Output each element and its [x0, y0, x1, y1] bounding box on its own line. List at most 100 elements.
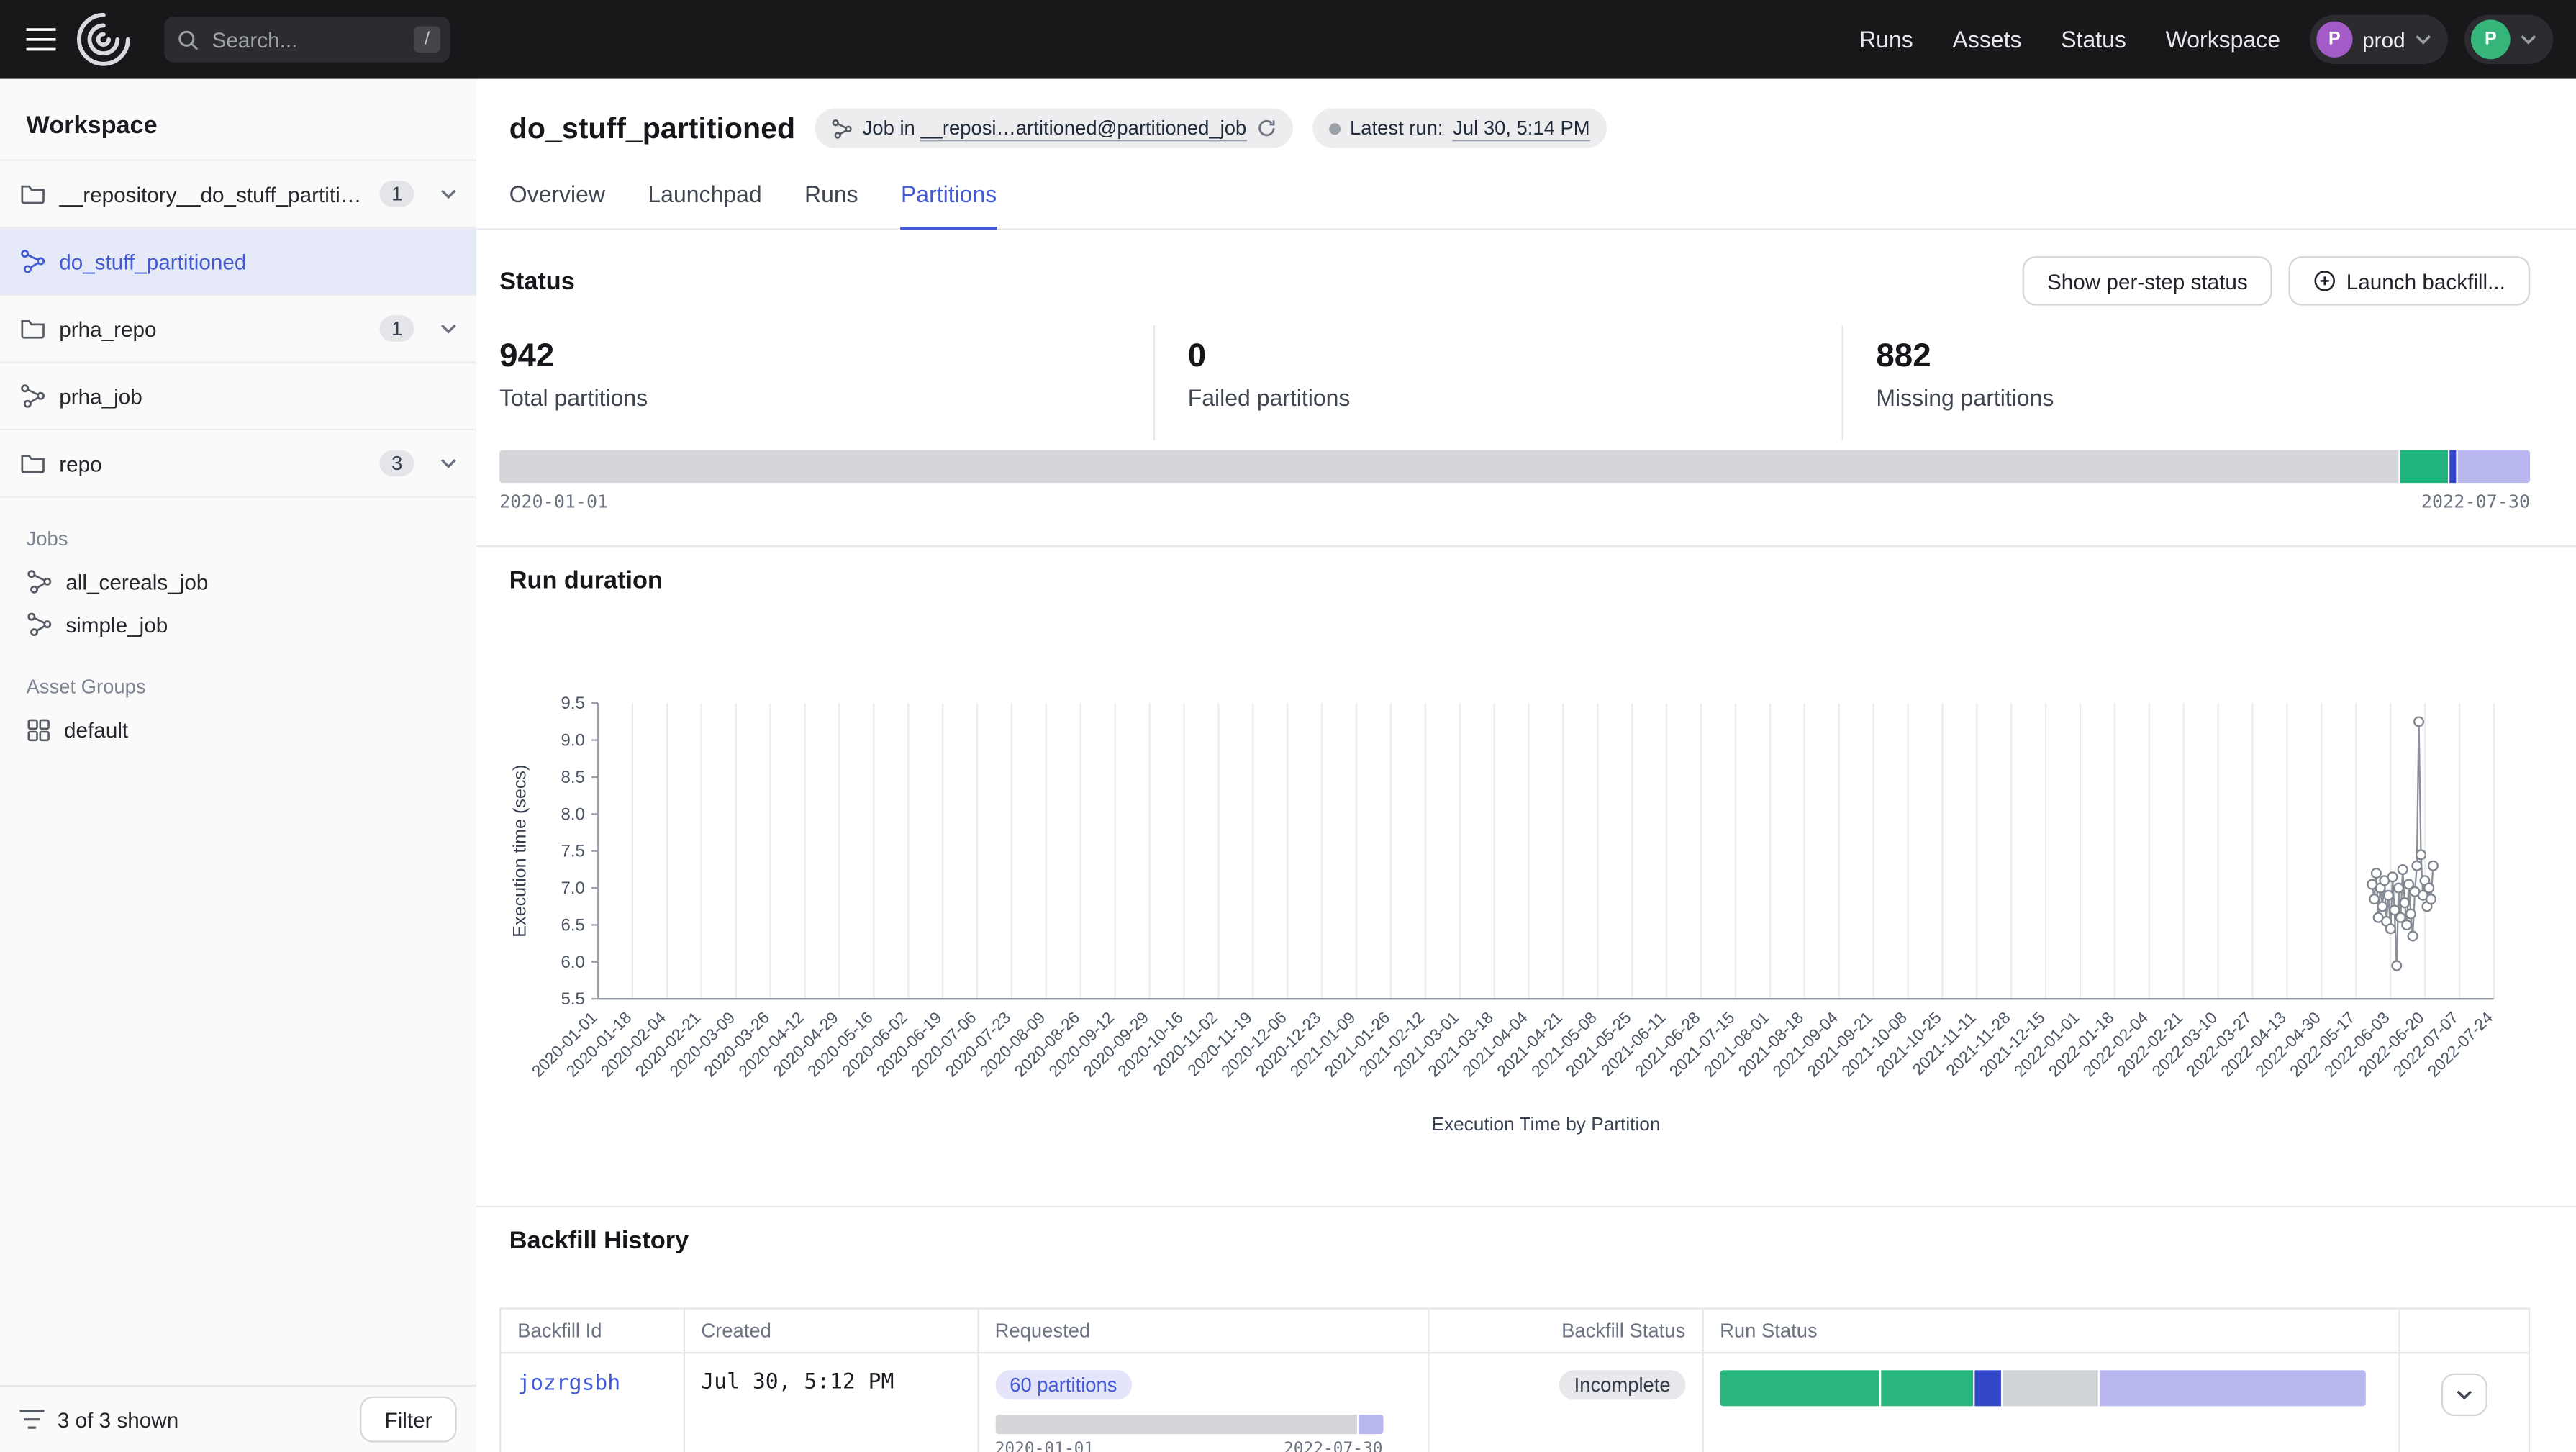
svg-text:9.5: 9.5	[561, 694, 584, 713]
sidebar-item-all-cereals-job[interactable]: all_cereals_job	[0, 561, 476, 603]
backfill-id-link[interactable]: jozrgsbh	[517, 1371, 620, 1396]
dagster-logo[interactable]	[76, 12, 132, 68]
column-header-backfill-status: Backfill Status	[1429, 1309, 1702, 1353]
backfill-history-section: Backfill History Backfill Id Created Req…	[476, 1206, 2576, 1452]
column-header-requested: Requested	[978, 1309, 1429, 1353]
svg-text:Execution time (secs): Execution time (secs)	[510, 765, 530, 938]
column-header-backfill-id: Backfill Id	[500, 1309, 684, 1353]
deployment-label: prod	[2362, 27, 2405, 52]
sidebar-item-label: all_cereals_job	[65, 569, 208, 594]
run-status-dot	[1328, 122, 1340, 134]
requested-partitions-badge[interactable]: 60 partitions	[995, 1370, 1132, 1399]
chevron-down-icon[interactable]	[440, 324, 457, 334]
deployment-switcher[interactable]: P prod	[2310, 15, 2448, 64]
user-menu[interactable]: P	[2464, 15, 2553, 64]
tab-launchpad[interactable]: Launchpad	[648, 168, 761, 230]
job-icon	[27, 611, 53, 637]
latest-run-label: Latest run:	[1350, 117, 1443, 140]
show-per-step-status-button[interactable]: Show per-step status	[2023, 256, 2272, 305]
menu-icon[interactable]	[0, 28, 72, 51]
status-title: Status	[499, 267, 575, 295]
sidebar-item-prha-job[interactable]: prha_job	[0, 363, 476, 431]
filter-list-icon	[19, 1410, 44, 1429]
sidebar-item-simple-job[interactable]: simple_job	[0, 603, 476, 645]
partition-range-start: 2020-01-01	[499, 491, 608, 513]
search-input[interactable]: /	[164, 17, 450, 63]
svg-text:9.0: 9.0	[561, 731, 584, 750]
svg-text:6.5: 6.5	[561, 915, 584, 935]
launch-backfill-button[interactable]: Launch backfill...	[2289, 256, 2530, 305]
sidebar-item-label: simple_job	[65, 612, 168, 636]
workspace-title: Workspace	[27, 112, 450, 140]
job-in-label: Job in	[863, 117, 921, 140]
sidebar-item-repo[interactable]: repo 3	[0, 430, 476, 498]
sidebar-item-prha-repo[interactable]: prha_repo 1	[0, 296, 476, 363]
stat-label: Failed partitions	[1188, 384, 1809, 411]
nav-status[interactable]: Status	[2061, 27, 2126, 53]
svg-text:6.0: 6.0	[561, 953, 584, 972]
nav-runs[interactable]: Runs	[1859, 27, 1913, 53]
top-nav-links: Runs Assets Status Workspace	[1859, 27, 2280, 53]
stat-label: Total partitions	[499, 384, 1120, 411]
backfill-history-title: Backfill History	[509, 1228, 2530, 1256]
status-section-header: Status Show per-step status Launch backf…	[499, 256, 2530, 305]
tab-bar: Overview Launchpad Runs Partitions	[476, 168, 2576, 230]
svg-text:Execution Time by Partition: Execution Time by Partition	[1431, 1113, 1660, 1135]
latest-run-link[interactable]: Jul 30, 5:14 PM	[1453, 116, 1589, 140]
repo-count-badge: 1	[380, 315, 414, 342]
search-shortcut-key: /	[414, 27, 440, 53]
svg-text:8.5: 8.5	[561, 768, 584, 787]
svg-text:7.5: 7.5	[561, 842, 584, 861]
folder-icon	[19, 315, 46, 342]
shown-count-label: 3 of 3 shown	[58, 1407, 178, 1432]
run-status-bar[interactable]	[1720, 1370, 2365, 1406]
execution-time-chart: 2020-01-012020-01-182020-02-042020-02-21…	[476, 608, 2530, 1160]
tab-runs[interactable]: Runs	[804, 168, 858, 230]
chevron-down-icon[interactable]	[440, 458, 457, 468]
requested-bar-dates: 2020-01-01 2022-07-30	[995, 1440, 1383, 1452]
reload-repository-icon[interactable]	[1256, 118, 1276, 137]
column-header-created: Created	[684, 1309, 977, 1353]
job-icon	[831, 117, 853, 139]
row-expand-button[interactable]	[2441, 1374, 2487, 1416]
job-origin-badge: Job in __reposi…artitioned@partitioned_j…	[815, 109, 1292, 148]
stat-value: 882	[1876, 338, 2497, 376]
job-origin-link[interactable]: __reposi…artitioned@partitioned_job	[920, 117, 1246, 141]
backfill-table-header: Backfill Id Created Requested Backfill S…	[500, 1309, 2529, 1353]
sidebar-item-label: __repository__do_stuff_partitio…	[59, 181, 367, 206]
tab-partitions[interactable]: Partitions	[901, 168, 997, 230]
filter-button[interactable]: Filter	[360, 1397, 456, 1443]
sidebar-item-label: prha_job	[59, 384, 142, 408]
deployment-avatar: P	[2316, 22, 2352, 58]
grid-icon	[27, 717, 51, 742]
chevron-down-icon	[2415, 35, 2431, 45]
partition-status-bar[interactable]	[499, 450, 2530, 484]
nav-assets[interactable]: Assets	[1953, 27, 2022, 53]
page-title: do_stuff_partitioned	[509, 111, 795, 145]
dagster-app: / Runs Assets Status Workspace P prod P …	[0, 0, 2576, 1452]
search-field[interactable]	[209, 25, 404, 53]
run-duration-section: Run duration 2020-01-012020-01-182020-02…	[476, 545, 2576, 1160]
stat-value: 0	[1188, 338, 1809, 376]
tab-overview[interactable]: Overview	[509, 168, 605, 230]
chevron-down-icon[interactable]	[440, 189, 457, 199]
svg-text:5.5: 5.5	[561, 989, 584, 1009]
stat-label: Missing partitions	[1876, 384, 2497, 411]
job-icon	[27, 568, 53, 595]
sidebar-item-label: default	[64, 717, 128, 742]
search-icon	[178, 29, 199, 50]
chevron-down-icon	[2520, 35, 2536, 45]
column-header-run-status: Run Status	[1702, 1309, 2400, 1353]
job-icon	[19, 383, 46, 409]
stat-value: 942	[499, 338, 1120, 376]
repo-count-badge: 1	[380, 181, 414, 207]
sidebar-item-label: repo	[59, 451, 101, 476]
sidebar-item-repository-do-stuff[interactable]: __repository__do_stuff_partitio… 1	[0, 161, 476, 229]
nav-workspace[interactable]: Workspace	[2166, 27, 2280, 53]
svg-text:8.0: 8.0	[561, 804, 584, 824]
sidebar-item-do-stuff-partitioned[interactable]: do_stuff_partitioned	[0, 228, 476, 296]
svg-text:7.0: 7.0	[561, 879, 584, 898]
sidebar-item-default-group[interactable]: default	[0, 708, 476, 750]
stat-failed-partitions: 0 Failed partitions	[1155, 325, 1843, 440]
page-header: do_stuff_partitioned Job in __reposi…art…	[476, 79, 2576, 168]
